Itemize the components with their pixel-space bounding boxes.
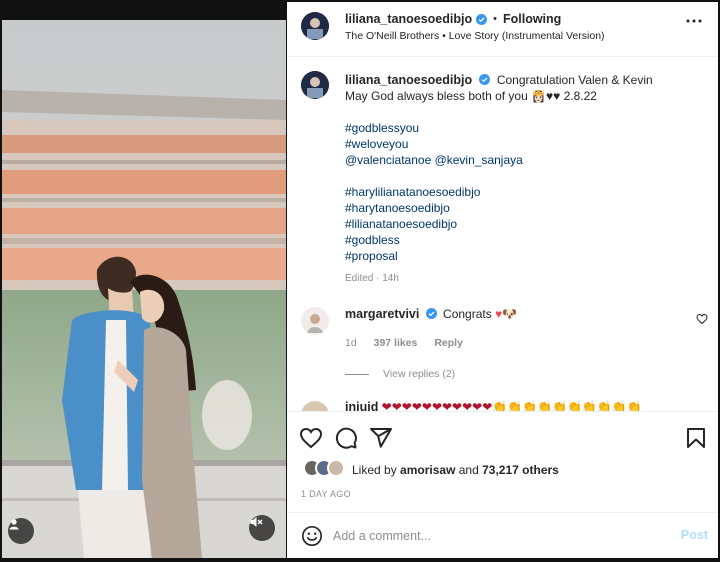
share-paper-plane-icon[interactable]	[369, 426, 393, 450]
hashtag-link[interactable]: #harytanoesoedibjo	[345, 200, 695, 216]
comment-username[interactable]: margaretvivi	[345, 307, 419, 321]
comment-text: Congrats	[443, 307, 492, 321]
likes-summary: Liked by amorisaw and 73,217 others	[352, 463, 559, 477]
mute-button[interactable]	[249, 515, 275, 541]
tagged-users-button[interactable]	[8, 518, 34, 544]
comment: margaretvivi Congrats ♥🐶	[345, 307, 517, 321]
separator-dot: •	[493, 13, 497, 25]
hashtag-link[interactable]: #harylilianatanoesoedibjo	[345, 184, 695, 200]
verified-badge-icon	[425, 308, 437, 319]
liker-avatar	[327, 459, 345, 477]
emoji-icon[interactable]	[301, 525, 323, 547]
user-icon	[9, 519, 19, 530]
caption: liliana_tanoesoedibjo Congratulation Val…	[345, 72, 695, 264]
comments-list[interactable]: liliana_tanoesoedibjo Congratulation Val…	[287, 57, 718, 411]
comment-meta: 1d 397 likes Reply	[345, 337, 477, 349]
comment-likes[interactable]: 397 likes	[374, 337, 418, 349]
speaker-muted-icon	[250, 517, 263, 527]
hashtag-link[interactable]: #godblessyou	[345, 120, 695, 136]
comment-bubble-icon[interactable]	[334, 426, 358, 450]
save-bookmark-icon[interactable]	[684, 426, 708, 450]
post-actions: Liked by amorisaw and 73,217 others 1 DA…	[287, 411, 718, 505]
comment-text: ❤❤❤❤❤❤❤❤❤❤❤👏👏👏👏👏👏👏👏👏👏	[381, 400, 642, 411]
hashtag-link[interactable]: #lilianatanoesoedibjo	[345, 216, 695, 232]
replies-divider	[345, 373, 369, 375]
likes-others[interactable]: 73,217 others	[482, 463, 559, 477]
comment: iniuid ❤❤❤❤❤❤❤❤❤❤❤👏👏👏👏👏👏👏👏👏👏	[345, 400, 642, 411]
post-modal: liliana_tanoesoedibjo • Following The O'…	[0, 0, 720, 562]
header-username[interactable]: liliana_tanoesoedibjo	[345, 12, 472, 26]
reply-button[interactable]: Reply	[434, 337, 463, 349]
post-date[interactable]: 1 DAY AGO	[301, 489, 351, 499]
avatar-image	[301, 12, 329, 40]
avatar[interactable]	[301, 12, 329, 40]
verified-badge-icon	[479, 74, 491, 85]
like-heart-icon[interactable]	[299, 426, 323, 450]
likes-and: and	[458, 463, 479, 477]
comment-time: 1d	[345, 337, 357, 349]
liker-avatars[interactable]	[303, 459, 351, 479]
post-header: liliana_tanoesoedibjo • Following The O'…	[287, 2, 718, 57]
more-options-icon[interactable]	[684, 16, 704, 26]
caption-edited-time: Edited · 14h	[345, 273, 399, 284]
add-comment-bar: Post	[287, 512, 718, 558]
avatar-image	[301, 307, 329, 335]
caption-username[interactable]: liliana_tanoesoedibjo	[345, 73, 472, 87]
audio-link[interactable]: The O'Neill Brothers • Love Story (Instr…	[345, 30, 605, 42]
hashtag-link[interactable]: #godbless	[345, 232, 695, 248]
caption-line1: Congratulation Valen & Kevin	[496, 73, 653, 87]
comment-username[interactable]: iniuid	[345, 400, 378, 411]
caption-first-line: liliana_tanoesoedibjo Congratulation Val…	[345, 72, 695, 88]
avatar-image	[301, 71, 329, 99]
view-replies-label: View replies (2)	[383, 368, 456, 380]
caption-avatar[interactable]	[301, 71, 329, 99]
post-video[interactable]	[2, 20, 286, 558]
header-user-row: liliana_tanoesoedibjo • Following	[345, 12, 561, 26]
view-replies-button[interactable]: View replies (2)	[345, 368, 455, 380]
like-comment-heart-icon[interactable]	[696, 313, 708, 325]
likes-prefix: Liked by	[352, 463, 397, 477]
caption-line2: May God always bless both of you 👸🏻♥♥ 2.…	[345, 89, 597, 103]
post-comment-button[interactable]: Post	[681, 528, 708, 542]
photo-stadium-couple	[2, 20, 286, 558]
emoji: 🐶	[502, 307, 518, 321]
comment-input[interactable]	[333, 525, 663, 547]
hashtag-link[interactable]: #proposal	[345, 248, 695, 264]
liker-username[interactable]: amorisaw	[400, 463, 455, 477]
post-details-panel: liliana_tanoesoedibjo • Following The O'…	[287, 2, 718, 558]
comment-avatar[interactable]	[301, 307, 329, 335]
verified-badge-icon	[476, 13, 488, 25]
mention-links[interactable]: @valenciatanoe @kevin_sanjaya	[345, 152, 695, 168]
comment-avatar[interactable]	[301, 401, 329, 411]
following-button[interactable]: Following	[503, 12, 561, 26]
hashtag-link[interactable]: #weloveyou	[345, 136, 695, 152]
